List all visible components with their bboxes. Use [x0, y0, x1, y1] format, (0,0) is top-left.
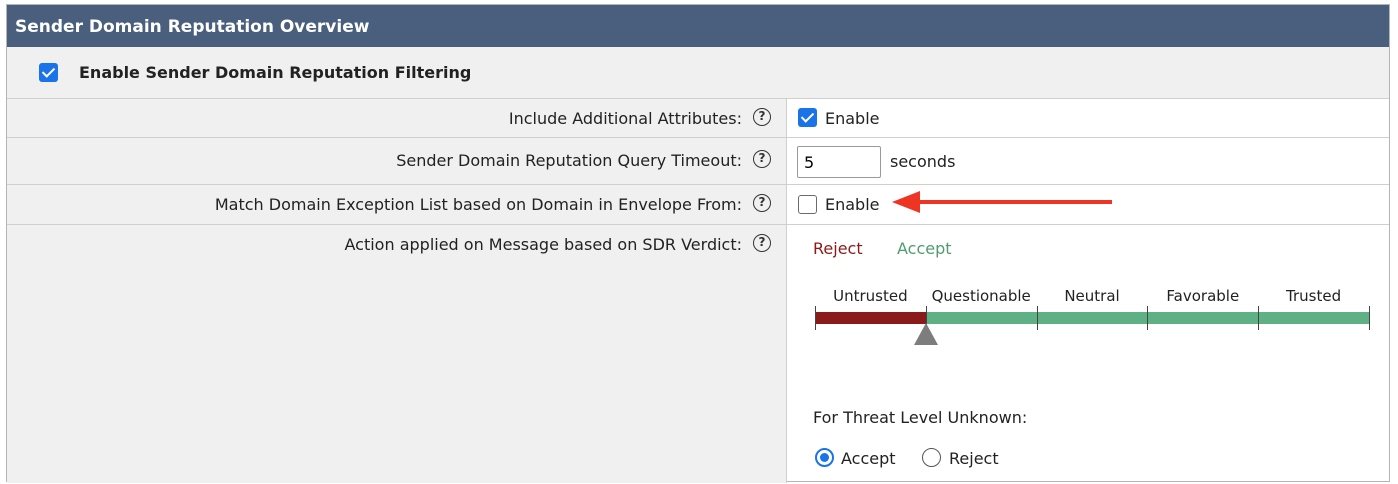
question-circle-icon[interactable]: ? [753, 234, 771, 252]
domain-exception-enable-label: Enable [825, 195, 880, 214]
additional-attributes-checkbox[interactable] [798, 108, 817, 127]
question-circle-icon[interactable]: ? [753, 150, 771, 168]
unknown-accept-label: Accept [841, 449, 896, 468]
enable-sdr-filtering-label: Enable Sender Domain Reputation Filterin… [79, 63, 472, 82]
query-timeout-label: Sender Domain Reputation Query Timeout: [396, 151, 742, 170]
category-label-neutral: Neutral [1064, 287, 1120, 305]
slider-tick [1147, 306, 1149, 330]
slider-thumb-triangle-icon[interactable] [913, 323, 938, 345]
question-circle-icon[interactable]: ? [753, 194, 771, 212]
threat-unknown-label: For Threat Level Unknown: [813, 408, 1028, 427]
slider-tick [815, 306, 816, 330]
verdict-action-label: Action applied on Message based on SDR V… [344, 235, 743, 254]
slider-tick [1036, 306, 1038, 330]
category-label-favorable: Favorable [1166, 287, 1240, 305]
additional-attributes-enable-label: Enable [825, 109, 880, 128]
row-additional-attributes: Include Additional Attributes: ? Enable [7, 99, 1389, 138]
row-domain-exception: Match Domain Exception List based on Dom… [7, 185, 1389, 225]
unknown-reject-radio[interactable] [922, 448, 941, 467]
domain-exception-checkbox[interactable] [798, 195, 817, 214]
question-circle-icon[interactable]: ? [753, 108, 771, 126]
additional-attributes-label: Include Additional Attributes: [508, 109, 742, 128]
row-query-timeout: Sender Domain Reputation Query Timeout: … [7, 138, 1389, 185]
category-label-untrusted: Untrusted [833, 287, 908, 305]
category-label-questionable: Questionable [931, 287, 1031, 305]
red-arrow-shaft [916, 200, 1112, 204]
sdr-overview-panel: Sender Domain Reputation Overview Enable… [6, 4, 1390, 483]
slider-tick [1258, 306, 1260, 330]
reject-legend-label: Reject [813, 239, 863, 258]
query-timeout-input[interactable] [797, 146, 881, 178]
slider-reject-segment [815, 312, 926, 324]
category-label-trusted: Trusted [1286, 287, 1342, 305]
slider-tick [1369, 306, 1370, 330]
master-enable-row: Enable Sender Domain Reputation Filterin… [7, 47, 1389, 99]
timeout-unit-label: seconds [890, 152, 956, 171]
enable-sdr-filtering-checkbox[interactable] [39, 63, 58, 82]
unknown-reject-label: Reject [949, 449, 999, 468]
unknown-accept-radio[interactable] [815, 448, 834, 467]
accept-legend-label: Accept [897, 239, 952, 258]
row-sdr-verdict-action: Action applied on Message based on SDR V… [7, 225, 1389, 483]
panel-title: Sender Domain Reputation Overview [7, 5, 1389, 47]
domain-exception-label: Match Domain Exception List based on Dom… [214, 195, 742, 214]
